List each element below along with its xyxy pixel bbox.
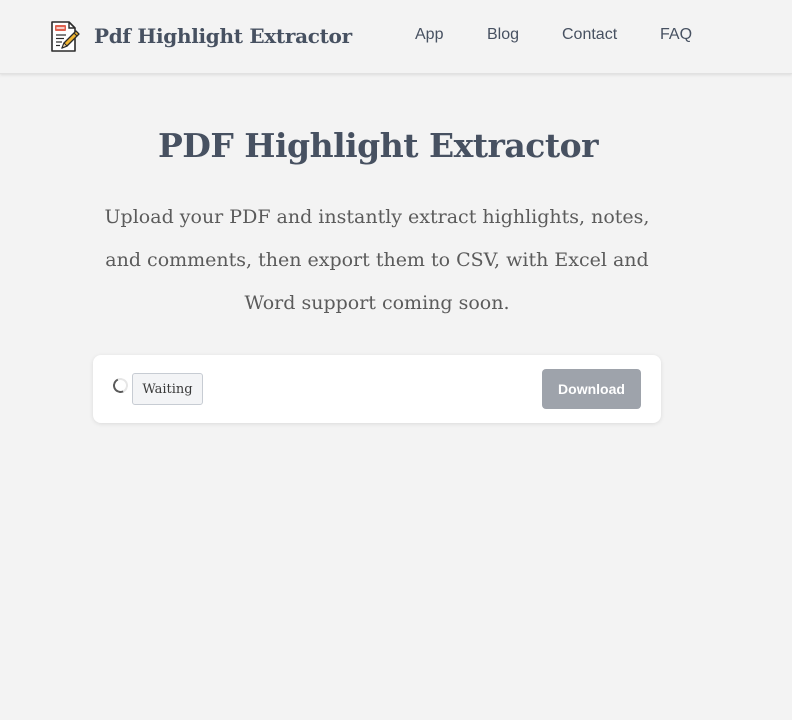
status-badge: Waiting [132, 373, 203, 405]
nav-link-faq[interactable]: FAQ [660, 26, 692, 44]
page-title: PDF Highlight Extractor [157, 126, 599, 165]
download-button[interactable]: Download [542, 369, 641, 409]
site-header: Pdf Highlight Extractor App Blog Contact… [0, 0, 792, 74]
nav-link-app[interactable]: App [415, 26, 443, 44]
loading-spinner-icon [110, 375, 131, 396]
nav-link-contact[interactable]: Contact [562, 26, 617, 44]
main-nav: App Blog Contact FAQ [0, 26, 792, 48]
page-description: Upload your PDF and instantly extract hi… [104, 206, 650, 314]
upload-status-card: Waiting Download [93, 355, 661, 423]
nav-link-blog[interactable]: Blog [487, 26, 519, 44]
